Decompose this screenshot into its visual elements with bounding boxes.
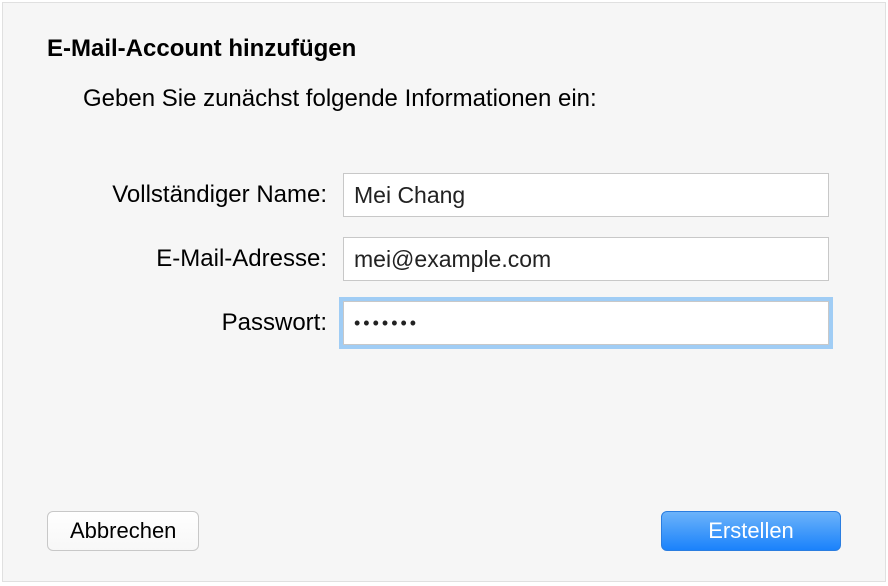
add-email-account-dialog: E-Mail-Account hinzufügen Geben Sie zunä… [2, 2, 886, 582]
email-input[interactable] [343, 237, 829, 281]
button-row: Abbrechen Erstellen [47, 511, 841, 551]
full-name-input[interactable] [343, 173, 829, 217]
cancel-button[interactable]: Abbrechen [47, 511, 199, 551]
full-name-label: Vollständiger Name: [3, 181, 343, 209]
password-input[interactable] [343, 301, 829, 345]
email-row: E-Mail-Adresse: [3, 237, 885, 281]
full-name-row: Vollständiger Name: [3, 173, 885, 217]
password-row: Passwort: [3, 301, 885, 345]
account-form: Vollständiger Name: E-Mail-Adresse: Pass… [3, 173, 885, 345]
dialog-title: E-Mail-Account hinzufügen [47, 35, 885, 63]
create-button[interactable]: Erstellen [661, 511, 841, 551]
password-label: Passwort: [3, 309, 343, 337]
dialog-instruction: Geben Sie zunächst folgende Informatione… [83, 85, 885, 113]
email-label: E-Mail-Adresse: [3, 245, 343, 273]
